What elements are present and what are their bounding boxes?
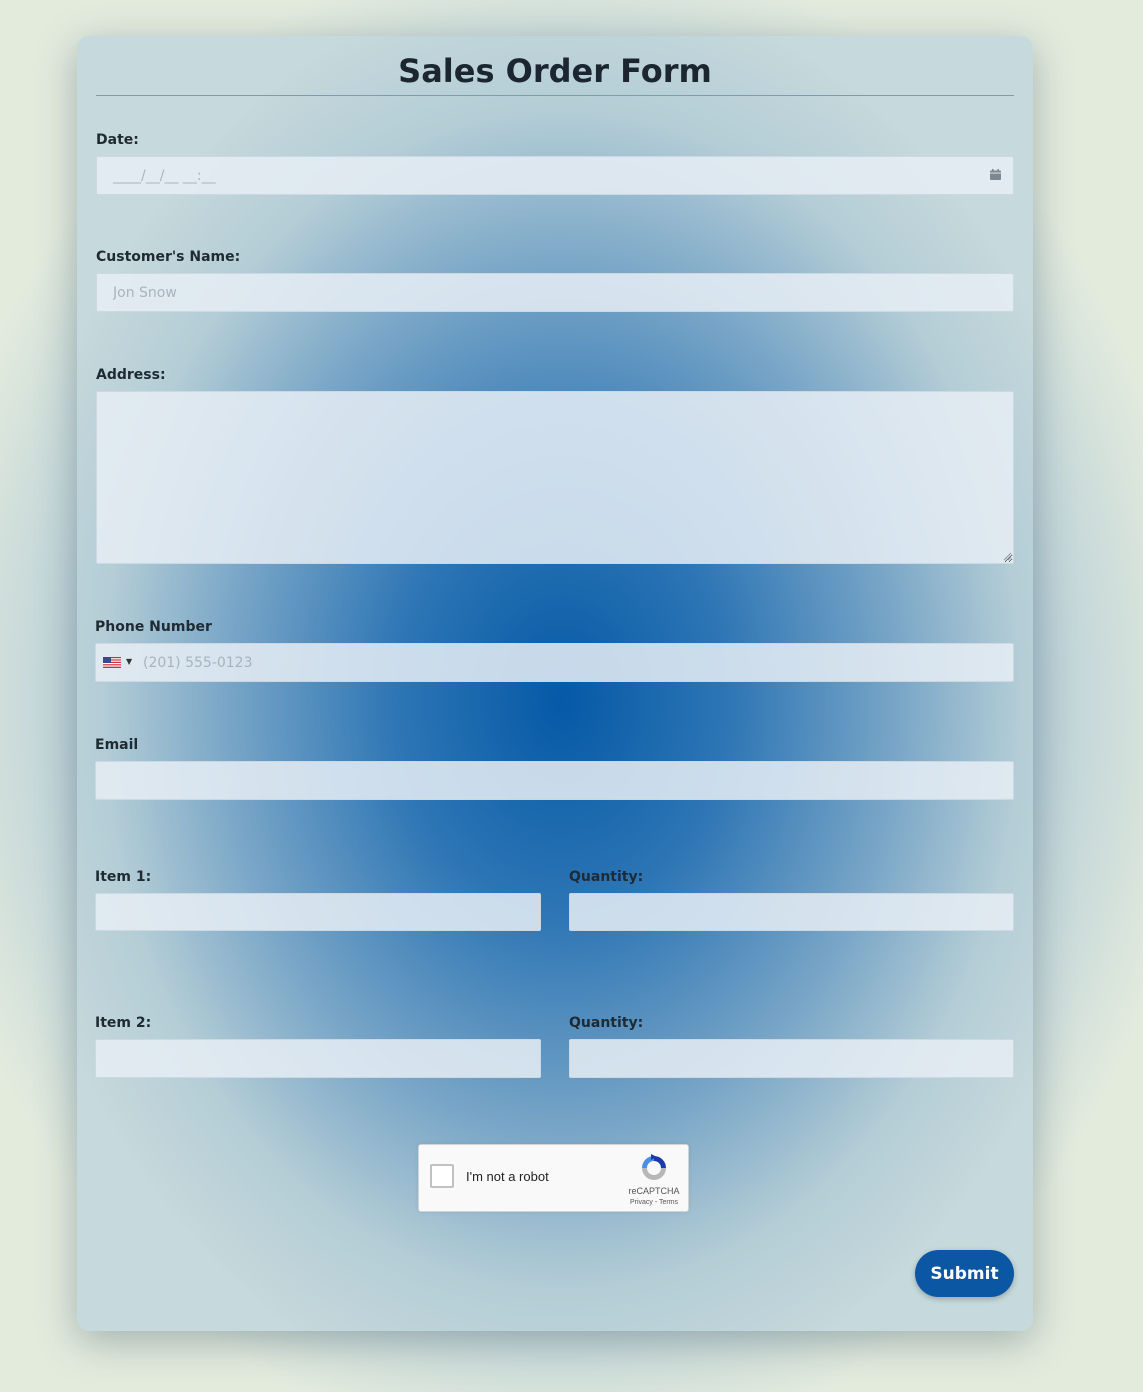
phone-input[interactable] [95,643,1014,682]
title-divider [96,95,1014,96]
recaptcha-label: I'm not a robot [466,1169,549,1184]
country-dropdown-caret-icon[interactable]: ▼ [126,656,132,668]
calendar-icon[interactable] [990,169,1001,180]
item2-quantity-input[interactable] [569,1039,1014,1078]
submit-button[interactable]: Submit [915,1250,1014,1297]
page-title: Sales Order Form [398,52,712,90]
customer-name-label: Customer's Name: [96,249,241,265]
us-flag-icon[interactable] [103,657,121,668]
phone-label: Phone Number [95,619,212,635]
email-label: Email [95,737,139,753]
recaptcha-links[interactable]: Privacy - Terms [615,1198,693,1207]
item1-input[interactable] [95,893,541,931]
recaptcha-widget: I'm not a robot reCAPTCHA Privacy - Term… [418,1144,689,1212]
email-input[interactable] [95,761,1014,800]
recaptcha-logo-icon [642,1154,666,1180]
date-label: Date: [96,132,139,148]
item2-label: Item 2: [95,1015,152,1031]
recaptcha-brand: reCAPTCHA [628,1186,680,1196]
form-card [77,36,1033,1331]
item2-quantity-label: Quantity: [569,1015,644,1031]
resize-handle-icon[interactable] [1003,552,1012,561]
date-input[interactable] [96,156,1014,195]
address-textarea[interactable] [96,391,1014,564]
item1-label: Item 1: [95,869,152,885]
item2-input[interactable] [95,1039,541,1078]
item1-quantity-label: Quantity: [569,869,644,885]
address-label: Address: [96,367,166,383]
customer-name-input[interactable] [96,273,1014,312]
recaptcha-checkbox[interactable] [430,1164,454,1188]
item1-quantity-input[interactable] [569,893,1014,931]
